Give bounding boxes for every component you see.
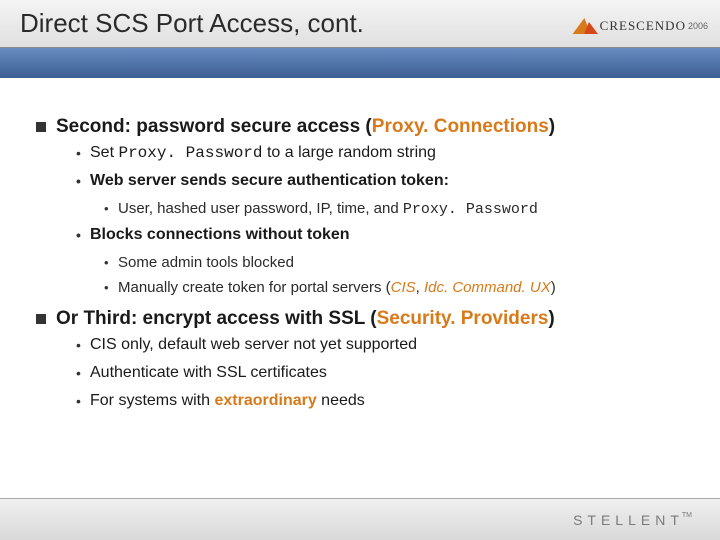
heading-keyword: Security. Providers	[377, 308, 549, 329]
heading-suffix: )	[549, 116, 555, 137]
section-third: Or Third: encrypt access with SSL (Secur…	[36, 308, 690, 410]
list-item: User, hashed user password, IP, time, an…	[104, 200, 690, 218]
heading-keyword: Proxy. Connections	[372, 116, 549, 137]
brand-name: CRESCENDO	[600, 18, 686, 34]
keyword-text: extraordinary	[214, 392, 316, 409]
slide-title: Direct SCS Port Access, cont.	[20, 8, 364, 39]
square-bullet-icon	[36, 314, 46, 324]
keyword-text: Idc. Command. UX	[424, 279, 551, 296]
slide: Direct SCS Port Access, cont. CRESCENDO …	[0, 0, 720, 540]
list-item: Set Proxy. Password to a large random st…	[76, 144, 690, 162]
code-text: Proxy. Password	[118, 144, 262, 162]
text: ,	[416, 279, 424, 296]
bullet-list-l1: Blocks connections without token	[76, 226, 690, 244]
text: Set	[90, 144, 118, 161]
bullet-list-l2: Some admin tools blocked Manually create…	[104, 254, 690, 296]
footer-brand-text: STELLENT	[573, 512, 684, 528]
footer-brand: STELLENT TM	[573, 512, 692, 528]
brand-logo: CRESCENDO 2006	[558, 6, 708, 46]
list-item: For systems with extraordinary needs	[76, 392, 690, 410]
bullet-list-l1: CIS only, default web server not yet sup…	[76, 336, 690, 410]
bullet-list-l1: Set Proxy. Password to a large random st…	[76, 144, 690, 190]
heading-prefix: Or Third: encrypt access with SSL (	[56, 308, 377, 329]
header-top-bar: Direct SCS Port Access, cont. CRESCENDO …	[0, 0, 720, 48]
keyword-text: CIS	[391, 279, 416, 296]
heading-row: Or Third: encrypt access with SSL (Secur…	[36, 308, 690, 330]
heading-prefix: Second: password secure access (	[56, 116, 372, 137]
header-blue-band	[0, 48, 720, 78]
heading-suffix: )	[548, 308, 554, 329]
text: Authenticate with SSL certificates	[90, 364, 327, 381]
list-item: Blocks connections without token	[76, 226, 690, 244]
slide-body: Second: password secure access (Proxy. C…	[0, 78, 720, 498]
section-heading: Second: password secure access (Proxy. C…	[56, 116, 555, 138]
text: Some admin tools blocked	[118, 254, 294, 271]
text: Blocks connections without token	[90, 226, 350, 243]
flag-icon	[574, 15, 596, 37]
text: )	[551, 279, 556, 296]
text: Web server sends secure authentication t…	[90, 172, 449, 189]
palm-tree-decor	[0, 48, 720, 78]
list-item: Manually create token for portal servers…	[104, 279, 690, 296]
list-item: Web server sends secure authentication t…	[76, 172, 690, 190]
text: User, hashed user password, IP, time, an…	[118, 200, 403, 217]
text: to a large random string	[263, 144, 436, 161]
section-second: Second: password secure access (Proxy. C…	[36, 116, 690, 296]
slide-header: Direct SCS Port Access, cont. CRESCENDO …	[0, 0, 720, 78]
heading-row: Second: password secure access (Proxy. C…	[36, 116, 690, 138]
section-heading: Or Third: encrypt access with SSL (Secur…	[56, 308, 555, 330]
text: For systems with	[90, 392, 214, 409]
text: CIS only, default web server not yet sup…	[90, 336, 417, 353]
code-text: Proxy. Password	[403, 201, 538, 218]
text: needs	[317, 392, 365, 409]
slide-footer: STELLENT TM	[0, 498, 720, 540]
square-bullet-icon	[36, 122, 46, 132]
list-item: CIS only, default web server not yet sup…	[76, 336, 690, 354]
bullet-list-l2: User, hashed user password, IP, time, an…	[104, 200, 690, 218]
brand-year: 2006	[688, 21, 708, 31]
text: Manually create token for portal servers…	[118, 279, 391, 296]
trademark-icon: TM	[682, 512, 692, 519]
list-item: Some admin tools blocked	[104, 254, 690, 271]
list-item: Authenticate with SSL certificates	[76, 364, 690, 382]
